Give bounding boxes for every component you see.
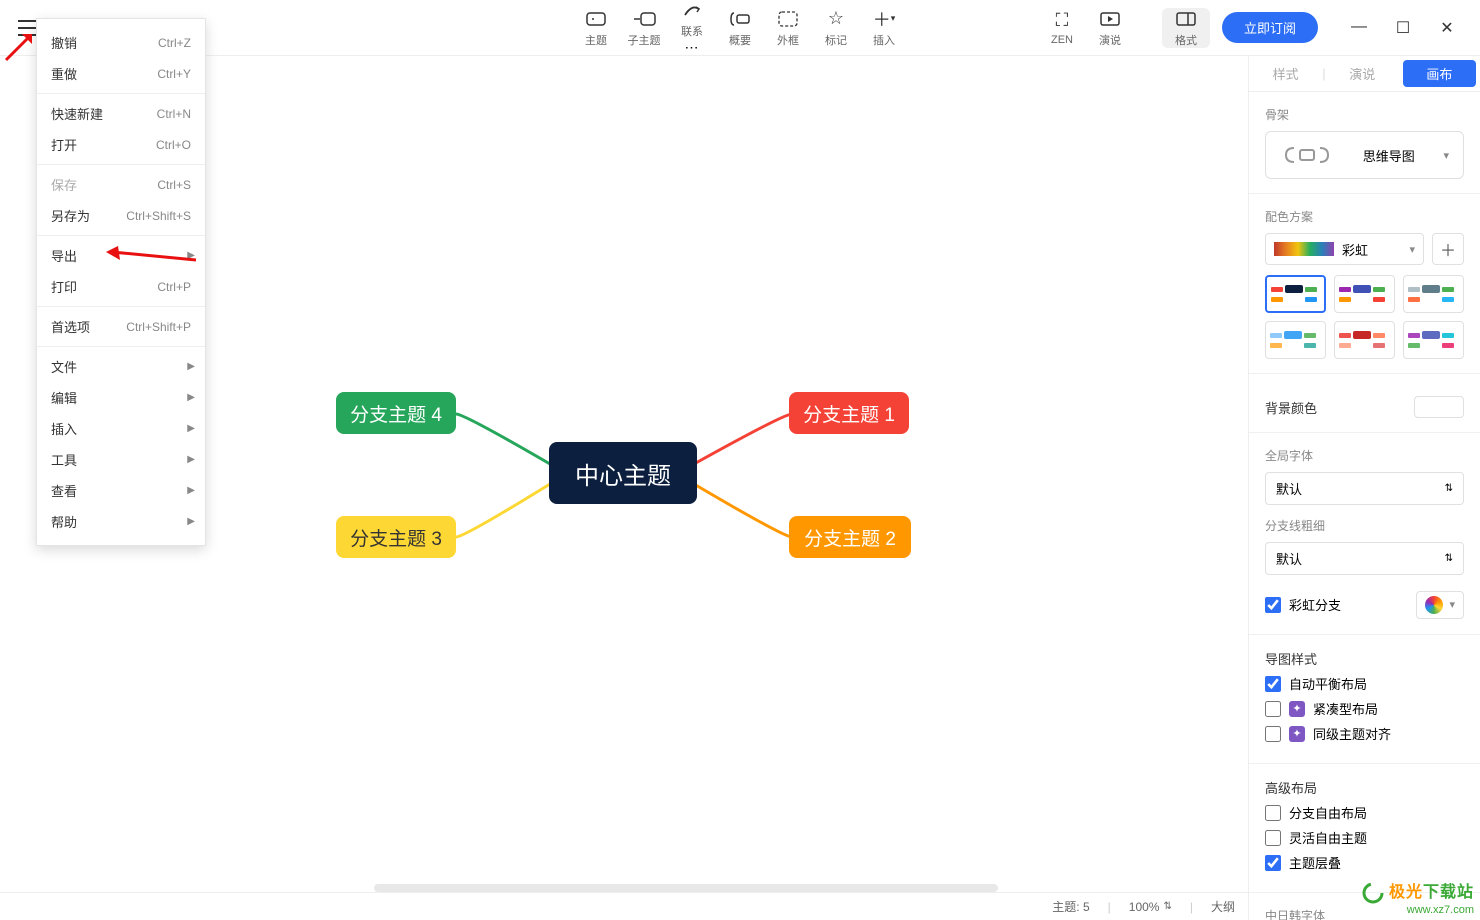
advanced-layout-label: 高级布局	[1265, 778, 1464, 797]
tool-zen[interactable]: ⛶ ZEN	[1038, 10, 1086, 46]
menu-quick-new[interactable]: 快速新建Ctrl+N	[37, 98, 205, 129]
tool-format[interactable]: 格式	[1162, 8, 1210, 48]
menu-tools[interactable]: 工具▶	[37, 444, 205, 475]
window-minimize[interactable]: —	[1346, 18, 1372, 38]
tool-insert[interactable]: ＋▾ 插入	[860, 0, 908, 56]
color-scheme-select[interactable]: 彩虹 ▾	[1265, 233, 1424, 265]
map-style-label: 导图样式	[1265, 649, 1464, 668]
zen-icon: ⛶	[1056, 10, 1069, 32]
theme-thumb-3[interactable]	[1403, 275, 1464, 313]
menu-redo[interactable]: 重做Ctrl+Y	[37, 58, 205, 89]
rainbow-color-picker[interactable]: ▾	[1416, 591, 1464, 619]
branch-topic-3[interactable]: 分支主题 3	[336, 516, 456, 558]
format-panel: 样式 | 演说 画布 骨架 思维导图 ▾ 配色方案 彩虹 ▾ ＋	[1248, 56, 1480, 920]
outline-button[interactable]: 大纲	[1211, 898, 1235, 915]
tab-style[interactable]: 样式	[1249, 56, 1322, 91]
tab-canvas[interactable]: 画布	[1403, 60, 1476, 87]
tab-pitch[interactable]: 演说	[1326, 56, 1399, 91]
skeleton-label: 骨架	[1265, 106, 1464, 123]
topic-icon	[586, 8, 606, 30]
summary-icon	[730, 8, 750, 30]
menu-undo[interactable]: 撤销Ctrl+Z	[37, 27, 205, 58]
toolbar-right-group: ⛶ ZEN 演说 格式 立即订阅 — ☐ ✕	[1038, 8, 1480, 48]
premium-badge-icon: ✦	[1289, 701, 1305, 717]
menu-view[interactable]: 查看▶	[37, 475, 205, 506]
menu-save-as[interactable]: 另存为Ctrl+Shift+S	[37, 200, 205, 231]
top-toolbar: 主题 子主题 联系 ⋯ 概要 外框 ☆ 标记 ＋▾ 插入 ⛶	[0, 0, 1480, 56]
menu-print[interactable]: 打印Ctrl+P	[37, 271, 205, 302]
tool-subtopic[interactable]: 子主题	[620, 0, 668, 56]
subscribe-button[interactable]: 立即订阅	[1222, 12, 1318, 43]
toolbar-center-group: 主题 子主题 联系 ⋯ 概要 外框 ☆ 标记 ＋▾ 插入	[572, 0, 908, 56]
zoom-control[interactable]: 100% ⇅	[1129, 900, 1172, 914]
menu-save: 保存Ctrl+S	[37, 169, 205, 200]
branch-width-label: 分支线粗细	[1265, 517, 1464, 534]
subtopic-icon	[632, 8, 656, 30]
main-dropdown-menu: 撤销Ctrl+Z 重做Ctrl+Y 快速新建Ctrl+N 打开Ctrl+O 保存…	[36, 18, 206, 546]
format-icon	[1176, 8, 1196, 30]
annotation-arrow-2	[100, 246, 200, 271]
window-close[interactable]: ✕	[1434, 18, 1460, 38]
align-siblings-checkbox[interactable]	[1265, 726, 1281, 742]
topic-count: 主题: 5	[1052, 898, 1089, 915]
theme-thumb-4[interactable]	[1265, 321, 1326, 359]
relation-icon	[682, 0, 702, 21]
window-controls: — ☐ ✕	[1346, 18, 1468, 38]
annotation-arrow-1	[2, 24, 42, 69]
tool-relation[interactable]: 联系 ⋯	[668, 0, 716, 56]
watermark: 极光下载站 www.xz7.com	[1362, 878, 1474, 916]
auto-balance-checkbox[interactable]	[1265, 676, 1281, 692]
global-font-select[interactable]: 默认⇅	[1265, 472, 1464, 505]
plus-icon: ＋▾	[873, 8, 896, 30]
tool-pitch[interactable]: 演说	[1086, 8, 1134, 48]
menu-open[interactable]: 打开Ctrl+O	[37, 129, 205, 160]
central-topic[interactable]: 中心主题	[549, 442, 697, 504]
boundary-icon	[778, 8, 798, 30]
rainbow-branch-label: 彩虹分支	[1289, 595, 1341, 614]
menu-file[interactable]: 文件▶	[37, 351, 205, 382]
tool-summary[interactable]: 概要	[716, 0, 764, 56]
tool-boundary[interactable]: 外框	[764, 0, 812, 56]
menu-help[interactable]: 帮助▶	[37, 506, 205, 537]
rainbow-branch-checkbox[interactable]	[1265, 597, 1281, 613]
theme-thumb-5[interactable]	[1334, 321, 1395, 359]
menu-insert[interactable]: 插入▶	[37, 413, 205, 444]
free-branch-checkbox[interactable]	[1265, 805, 1281, 821]
play-icon	[1100, 8, 1120, 30]
compact-checkbox[interactable]	[1265, 701, 1281, 717]
mindmap: 中心主题 分支主题 1 分支主题 2 分支主题 3 分支主题 4	[224, 324, 1024, 624]
branch-width-select[interactable]: 默认⇅	[1265, 542, 1464, 575]
branch-topic-1[interactable]: 分支主题 1	[789, 392, 909, 434]
rainbow-swatch	[1274, 242, 1334, 256]
add-scheme-button[interactable]: ＋	[1432, 233, 1464, 265]
theme-thumb-2[interactable]	[1334, 275, 1395, 313]
premium-badge-icon: ✦	[1289, 726, 1305, 742]
skeleton-select[interactable]: 思维导图 ▾	[1265, 131, 1464, 179]
free-topic-checkbox[interactable]	[1265, 830, 1281, 846]
tool-topic[interactable]: 主题	[572, 0, 620, 56]
chevron-down-icon: ▾	[1443, 149, 1449, 162]
bg-color-label: 背景颜色	[1265, 398, 1317, 417]
tool-marker[interactable]: ☆ 标记	[812, 0, 860, 56]
skeleton-icon	[1280, 144, 1334, 166]
panel-tabs: 样式 | 演说 画布	[1249, 56, 1480, 92]
theme-grid	[1265, 275, 1464, 359]
bg-color-swatch[interactable]	[1414, 396, 1464, 418]
menu-preferences[interactable]: 首选项Ctrl+Shift+P	[37, 311, 205, 342]
relation-submenu-indicator: ⋯	[685, 39, 700, 56]
global-font-label: 全局字体	[1265, 447, 1464, 464]
branch-topic-2[interactable]: 分支主题 2	[789, 516, 911, 558]
color-scheme-label: 配色方案	[1265, 208, 1464, 225]
theme-thumb-1[interactable]	[1265, 275, 1326, 313]
color-wheel-icon	[1425, 596, 1443, 614]
menu-edit[interactable]: 编辑▶	[37, 382, 205, 413]
overlap-checkbox[interactable]	[1265, 855, 1281, 871]
star-icon: ☆	[828, 8, 844, 30]
window-maximize[interactable]: ☐	[1390, 18, 1416, 38]
theme-thumb-6[interactable]	[1403, 321, 1464, 359]
branch-topic-4[interactable]: 分支主题 4	[336, 392, 456, 434]
